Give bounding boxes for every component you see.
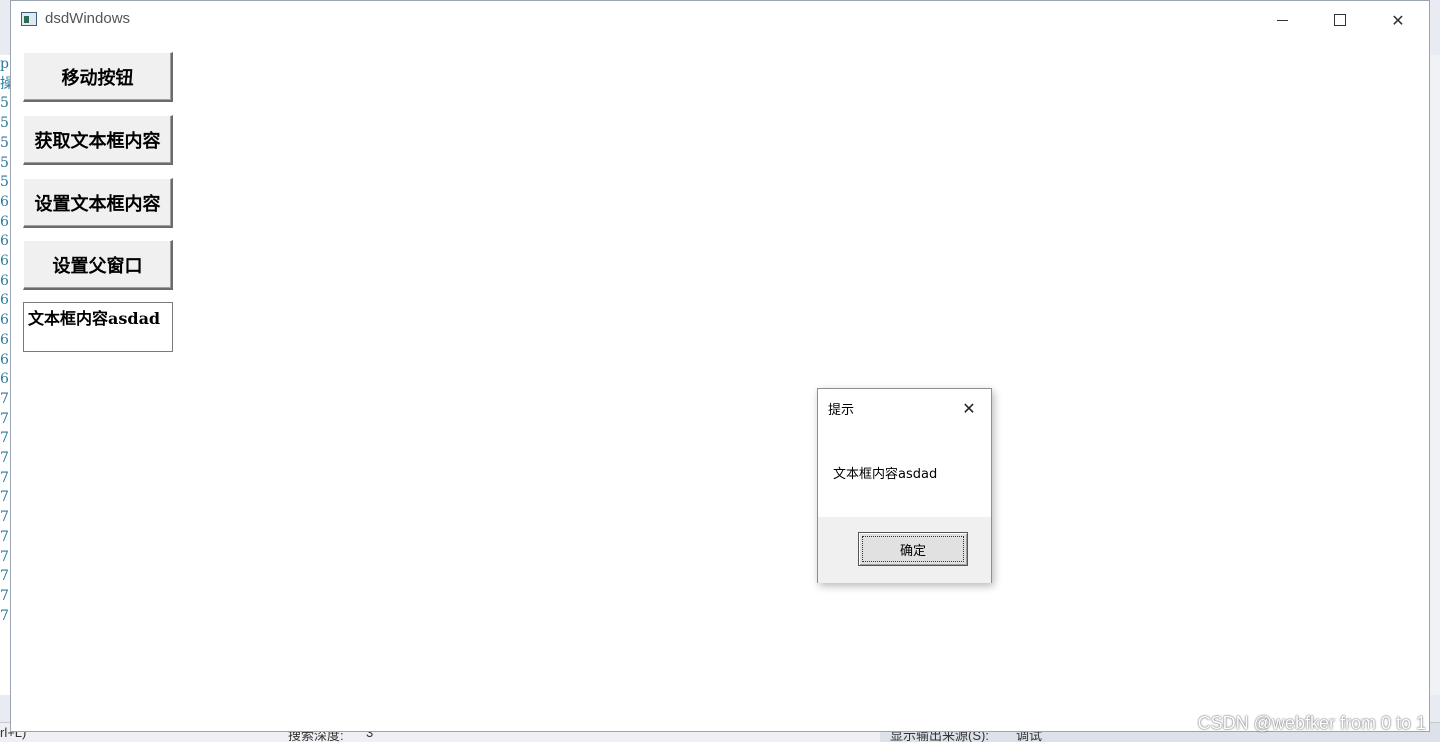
line-number: 6 bbox=[0, 213, 9, 230]
line-number: 6 bbox=[0, 193, 9, 210]
line-number: 6 bbox=[0, 371, 9, 388]
line-number: 6 bbox=[0, 233, 9, 250]
message-dialog: 提示 ✕ 文本框内容asdad 确定 bbox=[817, 388, 992, 583]
line-number: 7 bbox=[0, 410, 9, 427]
dialog-footer: 确定 bbox=[818, 517, 991, 583]
close-icon: ✕ bbox=[962, 398, 976, 418]
line-number: 7 bbox=[0, 587, 9, 604]
line-number: 6 bbox=[0, 351, 9, 368]
window-title: dsdWindows bbox=[45, 10, 131, 27]
background-line-numbers: p操 5 5 5 5 5 6 6 6 6 6 6 6 6 6 6 7 7 7 7 7 7 7 7 7 7 7 7 bbox=[0, 55, 10, 695]
line-number: 5 bbox=[0, 174, 9, 191]
line-number: 5 bbox=[0, 115, 9, 132]
title-bar[interactable]: dsdWindows ✕ bbox=[11, 1, 1429, 39]
close-icon: ✕ bbox=[1391, 10, 1405, 30]
line-number: 5 bbox=[0, 154, 9, 171]
line-number: 6 bbox=[0, 272, 9, 289]
line-number: 6 bbox=[0, 331, 9, 348]
get-text-button[interactable]: 获取文本框内容 bbox=[23, 115, 173, 165]
line-number: 6 bbox=[0, 292, 9, 309]
line-number: 7 bbox=[0, 548, 9, 565]
maximize-button[interactable] bbox=[1311, 1, 1369, 39]
dialog-title: 提示 bbox=[828, 403, 855, 418]
maximize-icon bbox=[1334, 14, 1346, 26]
line-number: 7 bbox=[0, 489, 9, 506]
line-number: 7 bbox=[0, 528, 9, 545]
close-button[interactable]: ✕ bbox=[1369, 1, 1427, 39]
line-number: 7 bbox=[0, 390, 9, 407]
line-number: 6 bbox=[0, 253, 9, 270]
line-number: 6 bbox=[0, 312, 9, 329]
line-number: 7 bbox=[0, 607, 9, 624]
line-number: 5 bbox=[0, 134, 9, 151]
line-number: 7 bbox=[0, 568, 9, 585]
line-number: 7 bbox=[0, 430, 9, 447]
line-number: 7 bbox=[0, 450, 9, 467]
line-number: 5 bbox=[0, 95, 9, 112]
line-number: 操 bbox=[0, 75, 10, 92]
line-number: p bbox=[0, 56, 9, 72]
watermark: CSDN @webfker from 0 to 1 bbox=[1197, 713, 1426, 733]
dialog-message: 文本框内容asdad bbox=[833, 467, 938, 482]
app-icon bbox=[21, 12, 37, 26]
move-button[interactable]: 移动按钮 bbox=[23, 52, 173, 102]
minimize-button[interactable] bbox=[1253, 1, 1311, 39]
ok-button[interactable]: 确定 bbox=[858, 532, 968, 566]
dialog-close-button[interactable]: ✕ bbox=[956, 397, 982, 419]
main-window: dsdWindows ✕ 移动按钮 获取文本框内容 设置文本框内容 设置父窗口 … bbox=[10, 0, 1430, 732]
line-number: 7 bbox=[0, 469, 9, 486]
background-right-panel bbox=[1429, 55, 1440, 695]
line-number: 7 bbox=[0, 509, 9, 526]
text-field[interactable]: 文本框内容asdad bbox=[23, 302, 173, 352]
minimize-icon bbox=[1276, 19, 1288, 21]
set-parent-button[interactable]: 设置父窗口 bbox=[23, 240, 173, 290]
set-text-button[interactable]: 设置文本框内容 bbox=[23, 178, 173, 228]
